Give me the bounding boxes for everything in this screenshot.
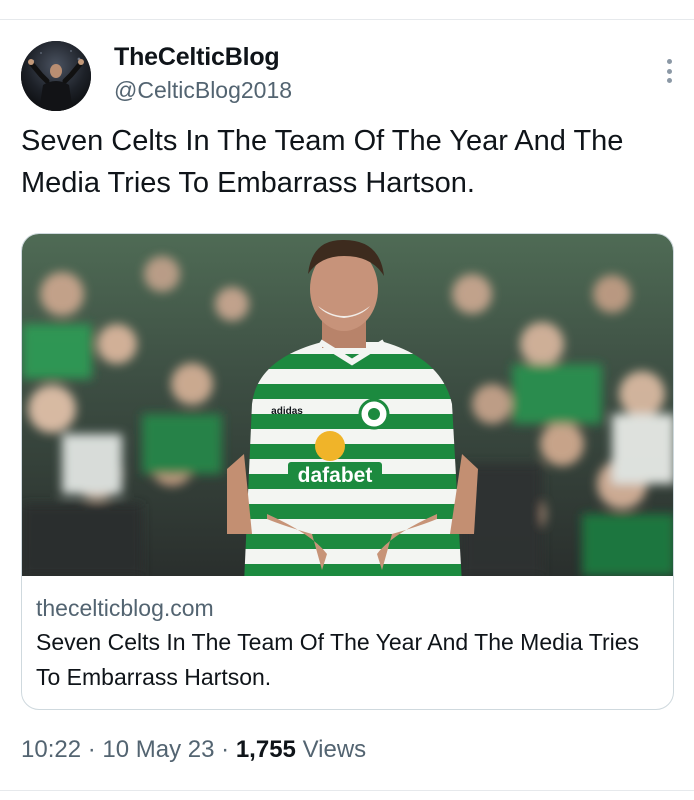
author-display-name[interactable]: TheCelticBlog — [114, 43, 280, 72]
link-domain: thecelticblog.com — [36, 595, 214, 621]
tweet-time[interactable]: 10:22 — [21, 736, 81, 763]
views-label: Views — [302, 736, 367, 763]
link-preview-photo[interactable]: dafabet adidas — [22, 234, 673, 576]
top-divider — [0, 19, 694, 20]
more-dot — [666, 78, 672, 83]
shirt-sponsor: dafabet — [298, 464, 373, 487]
meta-separator: · — [221, 736, 230, 763]
tweet-date[interactable]: 10 May 23 — [102, 736, 214, 763]
more-dot — [666, 68, 672, 74]
more-vertical-icon[interactable] — [657, 57, 681, 85]
tweet-meta: 10:22 · 10 May 23 · 1,755 Views — [21, 736, 366, 764]
more-dot — [666, 59, 672, 64]
link-preview-body: thecelticblog.com Seven Celts In The Tea… — [36, 592, 656, 695]
author-handle[interactable]: @CelticBlog2018 — [114, 77, 292, 104]
tweet-text: Seven Celts In The Team Of The Year And … — [21, 125, 624, 199]
tweet-header: TheCelticBlog @CelticBlog2018 — [21, 41, 681, 113]
avatar-photo — [21, 41, 91, 111]
bottom-divider — [0, 790, 694, 791]
view-count: 1,755 — [235, 736, 296, 763]
kit-brand: adidas — [271, 406, 303, 417]
avatar[interactable] — [21, 41, 91, 111]
link-preview-card[interactable]: dafabet adidas thecelticblog.com Seven C… — [21, 233, 674, 710]
meta-separator: · — [87, 736, 96, 763]
player-photo: dafabet adidas — [22, 234, 673, 576]
link-title: Seven Celts In The Team Of The Year And … — [36, 629, 640, 690]
